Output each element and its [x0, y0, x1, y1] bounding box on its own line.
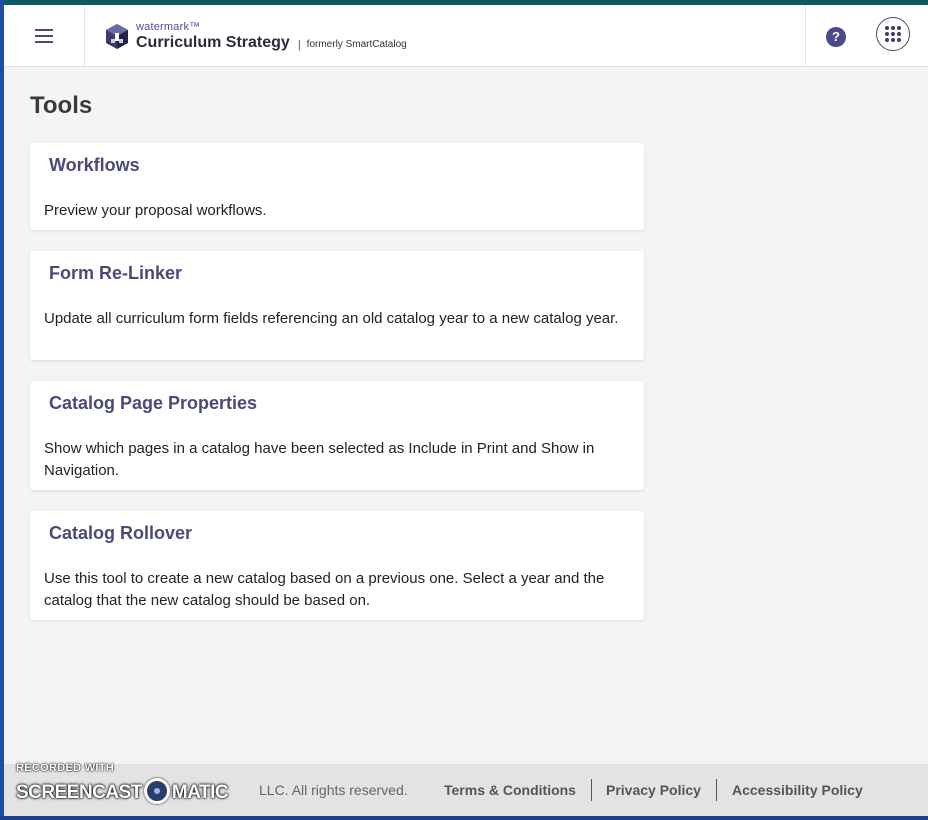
brand-separator: | [297, 39, 301, 51]
page-title: Tools [30, 92, 93, 119]
tool-card-form-relinker: Form Re-Linker Update all curriculum for… [30, 251, 644, 360]
product-name: Curriculum Strategy [136, 34, 290, 51]
tool-title-workflows[interactable]: Workflows [49, 155, 140, 176]
tool-title-catalog-rollover[interactable]: Catalog Rollover [49, 523, 192, 544]
tool-card-catalog-page-properties: Catalog Page Properties Show which pages… [30, 381, 644, 490]
formerly-label: formerly SmartCatalog [306, 39, 407, 50]
window-bottom-strip [0, 816, 928, 820]
screencast-logo-icon [143, 778, 170, 804]
tool-description: Update all curriculum form fields refere… [44, 310, 619, 327]
terms-link[interactable]: Terms & Conditions [444, 782, 576, 798]
privacy-link[interactable]: Privacy Policy [606, 782, 701, 798]
watermark-logo-icon [106, 24, 128, 49]
accessibility-link[interactable]: Accessibility Policy [732, 782, 863, 798]
copyright-text: LLC. All rights reserved. [259, 782, 408, 798]
tool-description: Show which pages in a catalog have been … [44, 440, 595, 479]
tool-card-workflows: Workflows Preview your proposal workflow… [30, 143, 644, 230]
tool-title-catalog-page-properties[interactable]: Catalog Page Properties [49, 393, 257, 414]
header-divider [805, 5, 806, 66]
watermark-part1: SCREENCAST [16, 782, 142, 804]
window-left-border [0, 0, 4, 820]
tool-description: Use this tool to create a new catalog ba… [44, 570, 605, 609]
watermark-part2: MATIC [171, 782, 229, 804]
tool-title-form-relinker[interactable]: Form Re-Linker [49, 263, 182, 284]
footer-divider [591, 779, 592, 801]
help-button[interactable]: ? [826, 27, 846, 47]
brand-superscript: watermark™ [136, 21, 201, 33]
brand-logo-link[interactable]: watermark™ Curriculum Strategy | formerl… [104, 19, 407, 53]
app-grid-icon [885, 26, 901, 42]
tool-card-catalog-rollover: Catalog Rollover Use this tool to create… [30, 511, 644, 620]
footer-divider [716, 779, 717, 801]
hamburger-menu-icon [35, 28, 53, 43]
help-circle-icon: ? [832, 29, 840, 44]
screencast-watermark: SCREENCAST MATIC [16, 778, 229, 806]
app-header: watermark™ Curriculum Strategy | formerl… [4, 5, 928, 67]
tool-description: Preview your proposal workflows. [44, 202, 267, 219]
app-switcher-button[interactable] [876, 17, 910, 51]
recorded-with-label: RECORDED WITH [16, 762, 115, 774]
hamburger-menu-button[interactable] [4, 5, 85, 66]
